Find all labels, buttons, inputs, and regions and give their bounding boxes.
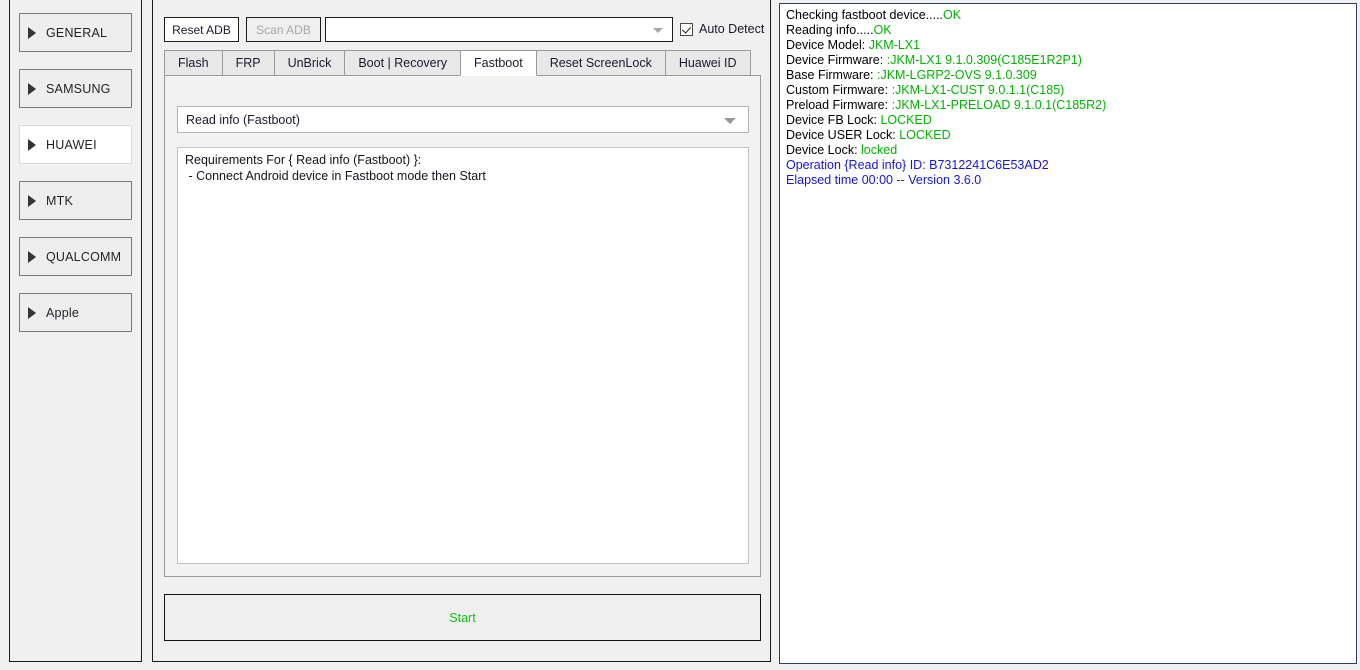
sidebar-item-huawei[interactable]: HUAWEI	[19, 125, 132, 164]
log-line-value: OK	[943, 8, 961, 22]
auto-detect-checkbox[interactable]: Auto Detect	[680, 22, 764, 36]
sidebar-item-samsung[interactable]: SAMSUNG	[19, 69, 132, 108]
tab-fastboot[interactable]: Fastboot	[460, 50, 537, 76]
start-button[interactable]: Start	[164, 594, 761, 641]
log-line-value: :JKM-LX1-PRELOAD 9.1.0.1(C185R2)	[892, 98, 1107, 112]
sidebar-item-mtk[interactable]: MTK	[19, 181, 132, 220]
tab-flash[interactable]: Flash	[164, 50, 223, 76]
log-line: Reading info.....OK	[786, 23, 1350, 38]
tab-label: Huawei ID	[679, 56, 737, 70]
triangle-right-icon	[28, 83, 36, 95]
requirements-textarea[interactable]: Requirements For { Read info (Fastboot) …	[177, 147, 749, 564]
log-line-value: :JKM-LGRP2-OVS 9.1.0.309	[877, 68, 1037, 82]
log-line-value: LOCKED	[899, 128, 950, 142]
log-line: Operation {Read info} ID: B7312241C6E53A…	[786, 158, 1350, 173]
log-line-label: Device FB Lock:	[786, 113, 880, 127]
log-line: Preload Firmware: :JKM-LX1-PRELOAD 9.1.0…	[786, 98, 1350, 113]
tab-label: UnBrick	[288, 56, 332, 70]
tab-boot-recovery[interactable]: Boot | Recovery	[344, 50, 461, 76]
log-line-value: Operation {Read info} ID: B7312241C6E53A…	[786, 158, 1049, 172]
log-line-value: :JKM-LX1 9.1.0.309(C185E1R2P1)	[887, 53, 1082, 67]
log-line-label: Base Firmware:	[786, 68, 877, 82]
sidebar-item-label: GENERAL	[46, 26, 107, 40]
tab-huawei-id[interactable]: Huawei ID	[665, 50, 751, 76]
tab-unbrick[interactable]: UnBrick	[274, 50, 346, 76]
triangle-right-icon	[28, 195, 36, 207]
tab-label: FRP	[236, 56, 261, 70]
log-line-value: LOCKED	[880, 113, 931, 127]
sidebar-item-label: SAMSUNG	[46, 82, 111, 96]
tab-label: Fastboot	[474, 56, 523, 70]
tab-label: Boot | Recovery	[358, 56, 447, 70]
log-line-value: OK	[874, 23, 892, 37]
chevron-down-icon	[653, 28, 663, 33]
triangle-right-icon	[28, 307, 36, 319]
device-select-combobox[interactable]	[325, 17, 673, 42]
triangle-right-icon	[28, 139, 36, 151]
requirement-line: Requirements For { Read info (Fastboot) …	[185, 153, 741, 169]
log-line: Device Model: JKM-LX1	[786, 38, 1350, 53]
sidebar-item-apple[interactable]: Apple	[19, 293, 132, 332]
feature-tab-bar: Flash FRP UnBrick Boot | Recovery Fastboot Re…	[164, 50, 761, 76]
reset-adb-button[interactable]: Reset ADB	[164, 17, 239, 42]
application-window: GENERAL SAMSUNG HUAWEI MTK QUALCOMM Apple Res…	[0, 0, 1360, 670]
sidebar-item-label: QUALCOMM	[46, 250, 121, 264]
chevron-down-icon	[724, 118, 736, 124]
log-line-label: Custom Firmware:	[786, 83, 892, 97]
log-line: Base Firmware: :JKM-LGRP2-OVS 9.1.0.309	[786, 68, 1350, 83]
log-line: Elapsed time 00:00 -- Version 3.6.0	[786, 173, 1350, 188]
log-line: Device USER Lock: LOCKED	[786, 128, 1350, 143]
log-line: Device Lock: locked	[786, 143, 1350, 158]
operation-select-combobox[interactable]: Read info (Fastboot)	[177, 106, 749, 133]
log-line-label: Device Model:	[786, 38, 869, 52]
tab-reset-screenlock[interactable]: Reset ScreenLock	[536, 50, 666, 76]
fastboot-tab-page: Read info (Fastboot) Requirements For { …	[164, 75, 761, 577]
device-category-sidebar: GENERAL SAMSUNG HUAWEI MTK QUALCOMM Apple	[9, 0, 142, 662]
tab-label: Reset ScreenLock	[550, 56, 652, 70]
sidebar-item-label: HUAWEI	[46, 138, 97, 152]
triangle-right-icon	[28, 251, 36, 263]
main-panel: Reset ADB Scan ADB Auto Detect Flash FRP U…	[152, 0, 771, 662]
log-line: Device FB Lock: LOCKED	[786, 113, 1350, 128]
log-line-label: Device Lock:	[786, 143, 861, 157]
scan-adb-button: Scan ADB	[246, 17, 321, 42]
tab-frp[interactable]: FRP	[222, 50, 275, 76]
log-line-label: Device USER Lock:	[786, 128, 899, 142]
sidebar-item-qualcomm[interactable]: QUALCOMM	[19, 237, 132, 276]
sidebar-item-general[interactable]: GENERAL	[19, 13, 132, 52]
auto-detect-label: Auto Detect	[699, 22, 764, 36]
log-line: Checking fastboot device.....OK	[786, 8, 1350, 23]
triangle-right-icon	[28, 27, 36, 39]
start-button-label: Start	[449, 611, 475, 625]
log-line-value: :JKM-LX1-CUST 9.0.1.1(C185)	[892, 83, 1065, 97]
log-line-label: Reading info.....	[786, 23, 874, 37]
checkmark-icon	[680, 23, 693, 36]
tab-label: Flash	[178, 56, 209, 70]
adb-toolbar: Reset ADB Scan ADB Auto Detect	[153, 8, 770, 42]
log-line: Device Firmware: :JKM-LX1 9.1.0.309(C185…	[786, 53, 1350, 68]
log-line-value: Elapsed time 00:00 -- Version 3.6.0	[786, 173, 981, 187]
operation-log-panel[interactable]: Checking fastboot device.....OKReading i…	[779, 3, 1357, 664]
log-line-value: locked	[861, 143, 897, 157]
sidebar-item-label: MTK	[46, 194, 73, 208]
log-line-value: JKM-LX1	[869, 38, 920, 52]
sidebar-item-label: Apple	[46, 306, 79, 320]
operation-selected-value: Read info (Fastboot)	[178, 113, 300, 127]
log-line-label: Device Firmware:	[786, 53, 887, 67]
log-line: Custom Firmware: :JKM-LX1-CUST 9.0.1.1(C…	[786, 83, 1350, 98]
log-line-label: Preload Firmware:	[786, 98, 892, 112]
requirement-line: - Connect Android device in Fastboot mod…	[185, 169, 741, 185]
log-line-label: Checking fastboot device.....	[786, 8, 943, 22]
